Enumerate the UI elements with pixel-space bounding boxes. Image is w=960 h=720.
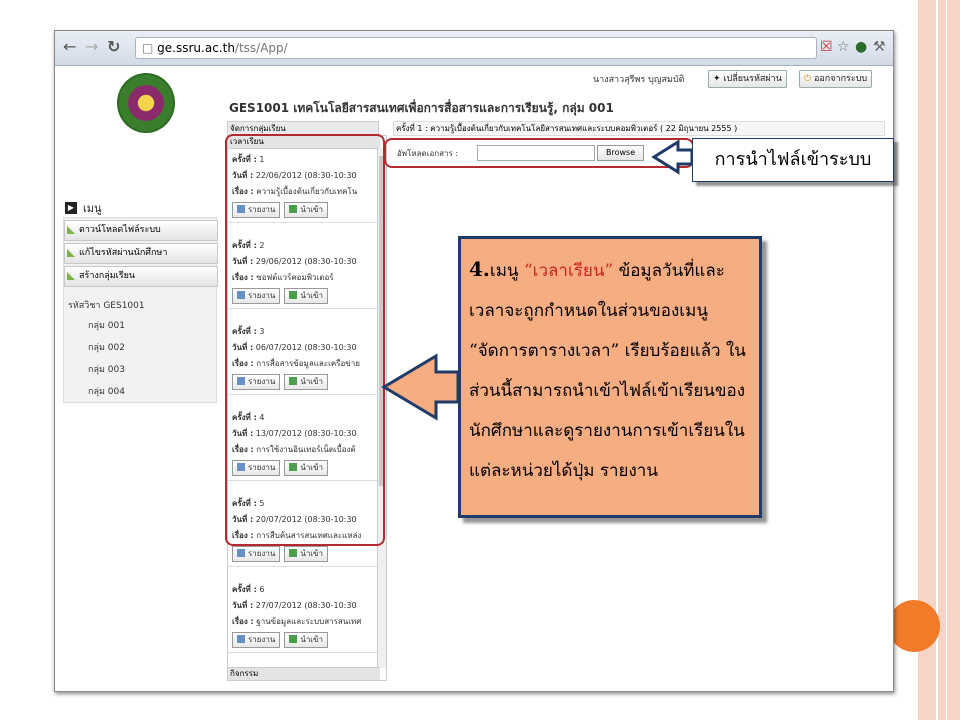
callout-text: ข้อมูลวันที่และเวลาจะถูกกำหนดในส่วนของเม… [469,261,746,481]
arrow-to-upload [651,139,694,175]
arrow-to-schedule [381,353,460,421]
upload-callout: การนำไฟล์เข้าระบบ [692,138,894,182]
callout-number: 4. [469,257,490,281]
schedule-callout: 4.เมนู “เวลาเรียน” ข้อมูลวันที่และเวลาจะ… [458,236,762,518]
callout-highlight: “เวลาเรียน” [523,261,614,281]
callout-prefix: เมนู [489,261,524,281]
